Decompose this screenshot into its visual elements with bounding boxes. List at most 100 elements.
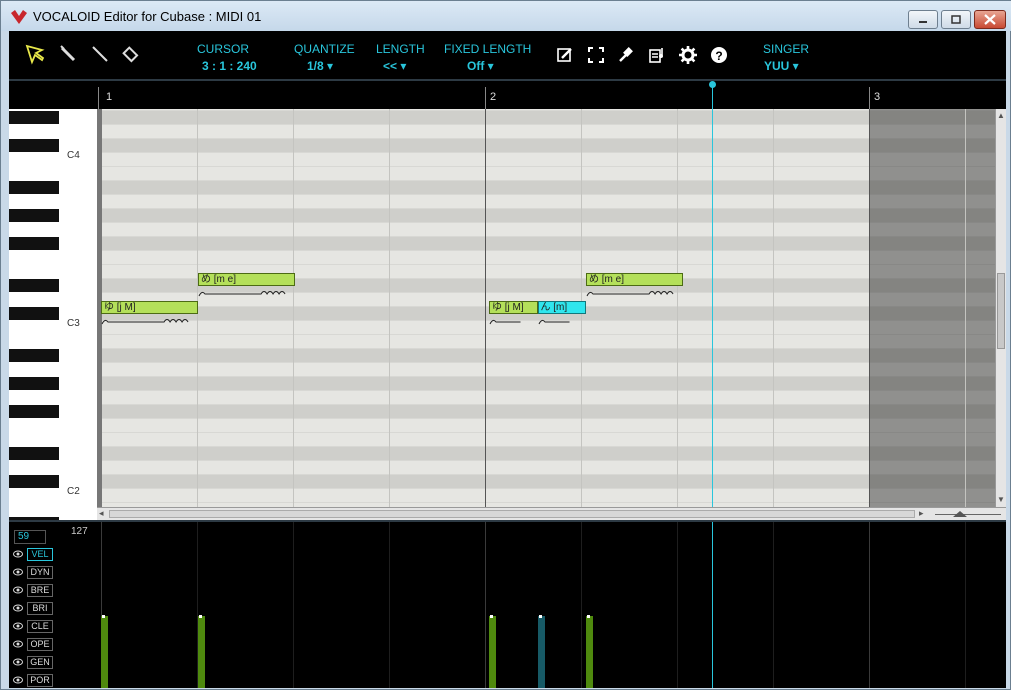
eye-icon[interactable] <box>13 639 23 649</box>
zoom-slider[interactable] <box>935 511 1001 518</box>
control-param-por[interactable]: POR <box>13 674 59 687</box>
horizontal-scrollbar[interactable]: ◂ ▸ <box>97 507 1006 520</box>
hammer-icon[interactable] <box>616 45 636 65</box>
control-param-bre[interactable]: BRE <box>13 584 59 597</box>
grid-row <box>97 209 995 223</box>
lyrics-icon[interactable] <box>647 45 667 65</box>
velocity-handle[interactable] <box>199 614 202 618</box>
eye-icon[interactable] <box>13 621 23 631</box>
timeline-ruler[interactable]: 1 2 3 <box>9 79 1006 111</box>
out-of-range-region <box>869 109 995 507</box>
grid-row <box>97 447 995 461</box>
vertical-scrollbar[interactable]: ▲ ▼ <box>995 109 1006 507</box>
velocity-handle[interactable] <box>102 614 105 618</box>
eye-icon[interactable] <box>13 585 23 595</box>
ruler-mark-2: 2 <box>490 91 497 103</box>
length-dropdown[interactable]: << ▾ <box>383 59 406 73</box>
control-value: 59 <box>18 531 30 542</box>
vertical-scroll-thumb[interactable] <box>997 273 1005 349</box>
grid-row <box>97 377 995 391</box>
velocity-bar[interactable] <box>537 615 545 688</box>
control-param-label: BRI <box>27 602 53 615</box>
control-param-vel[interactable]: VEL <box>13 548 59 561</box>
close-button[interactable] <box>974 10 1006 29</box>
black-key[interactable] <box>9 475 59 488</box>
black-key[interactable] <box>9 209 59 222</box>
black-key[interactable] <box>9 237 59 250</box>
velocity-bar[interactable] <box>101 615 108 688</box>
fixed-length-dropdown[interactable]: Off ▾ <box>467 59 494 73</box>
grid-row <box>97 167 995 181</box>
control-param-label: GEN <box>27 656 53 669</box>
cursor-value[interactable]: 3 : 1 : 240 <box>202 59 257 73</box>
grid-row <box>97 405 995 419</box>
velocity-bar[interactable] <box>198 615 205 688</box>
grid-row <box>97 419 995 433</box>
note-grid[interactable]: め [m e] め [m e] ゆ [j M] ゆ [j M] ん [m] <box>97 109 995 507</box>
playhead-line <box>712 109 713 507</box>
note[interactable]: め [m e] <box>586 273 683 286</box>
minimize-button[interactable] <box>908 10 938 29</box>
note[interactable]: ん [m] <box>537 301 586 314</box>
gear-icon[interactable] <box>678 45 698 65</box>
velocity-bar[interactable] <box>489 615 496 688</box>
scroll-down-arrow[interactable]: ▼ <box>997 495 1005 504</box>
black-key[interactable] <box>9 349 59 362</box>
control-grid-line <box>581 522 582 688</box>
line-tool-icon[interactable] <box>89 43 111 65</box>
note[interactable]: め [m e] <box>198 273 295 286</box>
zoom-slider-thumb-icon[interactable] <box>953 511 967 517</box>
eye-icon[interactable] <box>13 567 23 577</box>
control-param-dyn[interactable]: DYN <box>13 566 59 579</box>
control-param-label: VEL <box>27 548 53 561</box>
scroll-up-arrow[interactable]: ▲ <box>997 111 1005 120</box>
control-param-bri[interactable]: BRI <box>13 602 59 615</box>
velocity-handle[interactable] <box>538 614 542 618</box>
black-key[interactable] <box>9 279 59 292</box>
measure-line <box>485 109 486 507</box>
scroll-right-arrow[interactable]: ▸ <box>919 508 924 519</box>
eye-icon[interactable] <box>13 603 23 613</box>
title-bar[interactable]: VOCALOID Editor for Cubase : MIDI 01 <box>1 1 1011 31</box>
eye-icon[interactable] <box>13 675 23 685</box>
scroll-left-arrow[interactable]: ◂ <box>99 508 104 519</box>
control-param-cle[interactable]: CLE <box>13 620 59 633</box>
help-icon[interactable]: ? <box>709 45 729 65</box>
black-key[interactable] <box>9 181 59 194</box>
eraser-tool-icon[interactable] <box>120 43 142 65</box>
grid-row <box>97 139 995 153</box>
black-key[interactable] <box>9 377 59 390</box>
maximize-button[interactable] <box>941 10 971 29</box>
control-param-label: BRE <box>27 584 53 597</box>
black-key[interactable] <box>9 405 59 418</box>
singer-value: YUU <box>764 59 790 73</box>
control-param-gen[interactable]: GEN <box>13 656 59 669</box>
velocity-bar[interactable] <box>586 615 593 688</box>
black-key[interactable] <box>9 307 59 320</box>
black-key[interactable] <box>9 139 59 152</box>
control-param-ope[interactable]: OPE <box>13 638 59 651</box>
piano-roll: C4 C3 C2 め [m e] め [m e] ゆ [j M] ゆ [j M] ん [… <box>9 109 1006 520</box>
control-value-box[interactable]: 59 <box>14 530 46 544</box>
arrow-tool-icon[interactable] <box>24 43 46 65</box>
expand-icon[interactable] <box>586 45 606 65</box>
singer-dropdown[interactable]: YUU ▾ <box>764 59 799 73</box>
quantize-dropdown[interactable]: 1/8 ▾ <box>307 59 333 73</box>
pencil-tool-icon[interactable] <box>57 43 79 65</box>
horizontal-scroll-thumb[interactable] <box>109 510 915 518</box>
edit-icon[interactable] <box>555 45 575 65</box>
eye-icon[interactable] <box>13 657 23 667</box>
key-label-c4: C4 <box>67 150 80 161</box>
eye-icon[interactable] <box>13 549 23 559</box>
black-key[interactable] <box>9 111 59 124</box>
velocity-handle[interactable] <box>587 614 590 618</box>
velocity-handle[interactable] <box>490 614 493 618</box>
grid-row <box>97 433 995 447</box>
note[interactable]: ゆ [j M] <box>489 301 538 314</box>
piano-keyboard[interactable]: C4 C3 C2 <box>9 109 97 520</box>
ruler-mark-1: 1 <box>106 91 113 103</box>
quantize-value: 1/8 <box>307 59 324 73</box>
note[interactable]: ゆ [j M] <box>101 301 198 314</box>
black-key[interactable] <box>9 447 59 460</box>
control-graph[interactable] <box>97 522 1006 688</box>
